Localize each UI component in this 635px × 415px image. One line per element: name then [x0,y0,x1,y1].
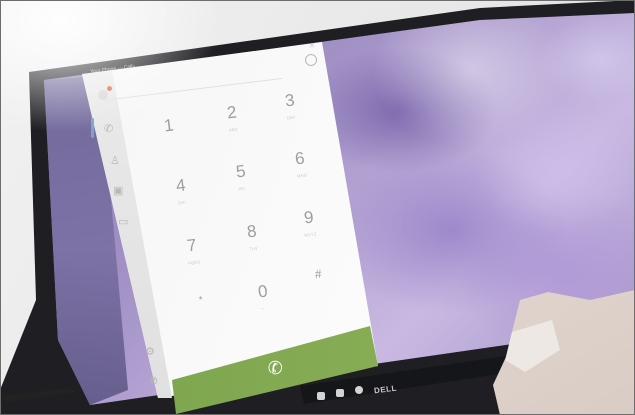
messages-nav-icon[interactable]: ▭ [118,217,128,228]
search-icon[interactable] [336,389,344,397]
key-1[interactable]: 1 [163,115,175,135]
active-nav-indicator [91,118,94,138]
key-8[interactable]: 8 [246,221,258,241]
key-5-letters: JKL [237,185,247,192]
link-nav-icon[interactable]: ⊘ [149,376,158,387]
key-2[interactable]: 2 [226,102,238,122]
photos-nav-icon[interactable]: ▣ [113,186,123,197]
settings-nav-icon[interactable]: ⚙ [145,347,155,358]
key-3-letters: DEF [286,114,297,121]
key-5[interactable]: 5 [235,161,247,181]
start-icon[interactable] [317,392,325,400]
key-7[interactable]: 7 [186,235,198,255]
key-3[interactable]: 3 [284,90,296,110]
key-hash[interactable]: # [314,267,322,282]
key-0[interactable]: 0 [257,281,269,301]
key-8-letters: TUV [248,245,259,252]
key-6[interactable]: 6 [294,148,306,168]
key-9[interactable]: 9 [303,207,315,227]
close-icon[interactable]: ✕ [309,42,315,50]
settings-icon[interactable] [305,54,317,66]
calls-nav-icon[interactable]: ✆ [104,124,113,135]
contacts-nav-icon[interactable]: ♙ [110,156,120,167]
key-4[interactable]: 4 [175,175,187,195]
key-4-letters: GHI [177,199,187,206]
key-0-plus: + [260,305,264,312]
photo: Your Phone — Calls ✕ ✆ ♙ ▣ ▭ ⚙ ⊘ 1 2 ABC… [0,0,635,415]
task-view-icon[interactable] [355,386,363,394]
